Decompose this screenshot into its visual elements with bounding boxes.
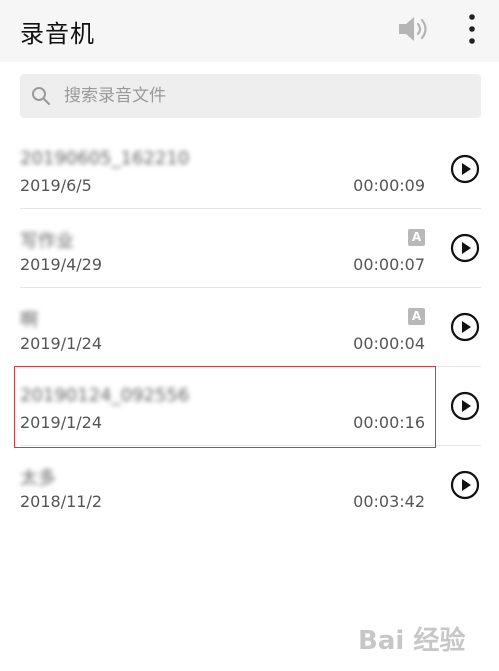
recording-name: 啊 — [20, 310, 38, 331]
recording-duration: 00:00:16 — [353, 413, 425, 432]
play-circle-icon[interactable] — [450, 233, 480, 263]
recording-duration: 00:00:04 — [353, 334, 425, 353]
page-title: 录音机 — [20, 20, 95, 48]
baidu-watermark-logo: Bai 经验 — [358, 625, 465, 656]
list-item[interactable]: 20190124_092556 2019/1/24 00:00:16 — [0, 367, 499, 446]
recording-date: 2019/1/24 — [20, 413, 103, 432]
recording-date: 2019/6/5 — [20, 176, 92, 195]
recording-date: 2019/4/29 — [20, 255, 103, 274]
play-circle-icon[interactable] — [450, 470, 480, 500]
app-bar: 录音机 — [0, 0, 499, 62]
recording-duration: 00:03:42 — [353, 492, 425, 511]
recording-duration: 00:00:09 — [353, 176, 425, 195]
auto-badge: A — [408, 229, 425, 246]
recording-duration: 00:00:07 — [353, 255, 425, 274]
recording-name: 太多 — [20, 468, 56, 489]
auto-badge: A — [408, 308, 425, 325]
play-circle-icon[interactable] — [450, 391, 480, 421]
play-circle-icon[interactable] — [450, 312, 480, 342]
recording-name: 20190124_092556 — [20, 385, 190, 406]
recording-date: 2019/1/24 — [20, 334, 103, 353]
recording-date: 2018/11/2 — [20, 492, 103, 511]
list-item[interactable]: 啊 A 2019/1/24 00:00:04 — [0, 288, 499, 367]
list-item[interactable]: 写作业 A 2019/4/29 00:00:07 — [0, 209, 499, 288]
search-box[interactable] — [20, 74, 481, 118]
watermark-text: Bai 经验 — [358, 625, 465, 656]
recording-name: 20190605_162210 — [20, 148, 190, 169]
speaker-icon[interactable] — [396, 14, 432, 44]
recording-list: 20190605_162210 2019/6/5 00:00:09 写作业 A … — [0, 130, 499, 525]
list-item[interactable]: 20190605_162210 2019/6/5 00:00:09 — [0, 130, 499, 209]
search-input[interactable] — [64, 74, 464, 118]
play-circle-icon[interactable] — [450, 154, 480, 184]
list-item[interactable]: 太多 2018/11/2 00:03:42 — [0, 446, 499, 525]
recording-name: 写作业 — [20, 231, 74, 252]
search-icon — [32, 87, 50, 105]
more-vertical-icon[interactable] — [462, 12, 482, 46]
